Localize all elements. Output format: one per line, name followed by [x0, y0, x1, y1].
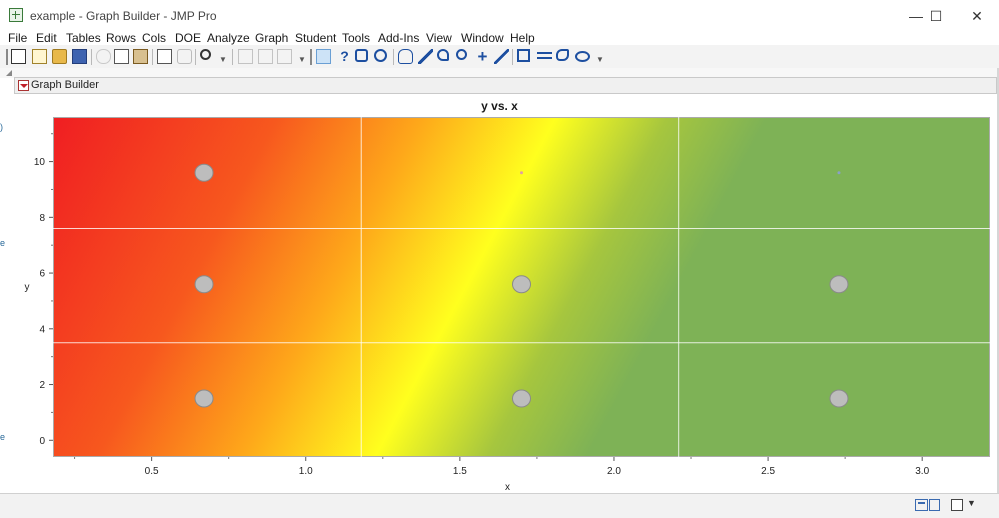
y-tick-label: 2 — [39, 380, 45, 391]
cross-icon[interactable]: + — [475, 48, 490, 65]
table-icon[interactable] — [258, 49, 273, 64]
menu-tables[interactable]: Tables — [66, 31, 101, 45]
lock-icon[interactable] — [177, 49, 192, 64]
menu-file[interactable]: File — [8, 31, 27, 45]
title-bar: example - Graph Builder - JMP Pro — ☐ ✕ — [0, 0, 999, 31]
menu-edit[interactable]: Edit — [36, 31, 57, 45]
y-tick-label: 10 — [34, 157, 46, 168]
x-tick-label: 1.5 — [453, 466, 467, 477]
chart-title: y vs. x — [481, 99, 518, 113]
arrow-select-icon[interactable] — [316, 49, 331, 64]
zoom-icon[interactable] — [456, 49, 467, 60]
background-window-edge: ) — [0, 122, 3, 132]
menu-bar: File Edit Tables Rows Cols DOE Analyze G… — [0, 31, 999, 45]
menu-window[interactable]: Window — [461, 31, 504, 45]
menu-view[interactable]: View — [426, 31, 452, 45]
search-icon[interactable] — [200, 49, 211, 60]
toolbar-grip — [310, 49, 312, 65]
new-script-icon[interactable] — [32, 49, 47, 64]
red-triangle-menu-icon[interactable] — [18, 80, 29, 91]
toolbar-separator — [232, 49, 233, 65]
menu-add-ins[interactable]: Add-Ins — [378, 31, 419, 45]
freehand-icon[interactable] — [556, 49, 569, 61]
toolbar: ▼ ▼ ? + ▼ — [0, 45, 999, 68]
background-window-edge: e — [0, 238, 6, 248]
menu-tools[interactable]: Tools — [342, 31, 370, 45]
embed-icon[interactable] — [238, 49, 253, 64]
ellipse-icon[interactable] — [575, 51, 590, 62]
menu-help[interactable]: Help — [510, 31, 535, 45]
y-axis-label: y — [25, 282, 30, 293]
graph-builder-outline-header[interactable] — [14, 77, 997, 94]
jmp-app-icon — [9, 8, 23, 22]
save-icon[interactable] — [72, 49, 87, 64]
toolbar-separator — [512, 49, 513, 65]
paste-icon[interactable] — [133, 49, 148, 64]
brush-icon[interactable] — [418, 49, 433, 64]
crosshair-icon[interactable] — [355, 49, 368, 62]
line-icon[interactable] — [494, 49, 509, 64]
y-tick-label: 8 — [39, 213, 45, 224]
hand-icon[interactable] — [398, 49, 413, 64]
import-dropdown-icon[interactable]: ▼ — [298, 55, 306, 64]
y-tick-label: 4 — [39, 324, 45, 335]
lasso-icon[interactable] — [437, 49, 449, 61]
text-box-icon[interactable] — [517, 49, 530, 62]
x-tick-label: 0.5 — [145, 466, 159, 477]
copy-icon[interactable] — [114, 49, 129, 64]
close-button[interactable]: ✕ — [957, 4, 997, 28]
toolbar-separator — [393, 49, 394, 65]
legend-icon[interactable] — [537, 49, 552, 64]
toolbar-separator — [91, 49, 92, 65]
import-icon[interactable] — [277, 49, 292, 64]
menu-cols[interactable]: Cols — [142, 31, 166, 45]
target-icon[interactable] — [374, 49, 387, 62]
window-list-icon[interactable] — [951, 499, 963, 511]
x-tick-label: 2.5 — [761, 466, 775, 477]
tools-dropdown-icon[interactable]: ▼ — [596, 55, 604, 64]
help-question-icon[interactable]: ? — [337, 49, 352, 64]
x-tick-label: 1.0 — [299, 466, 313, 477]
y-tick-label: 6 — [39, 269, 45, 280]
open-icon[interactable] — [52, 49, 67, 64]
collapse-outline-icon[interactable] — [6, 70, 12, 76]
toolbar-separator — [152, 49, 153, 65]
search-dropdown-icon[interactable]: ▼ — [219, 55, 227, 64]
cut-icon[interactable] — [96, 49, 111, 64]
maximize-button[interactable]: ☐ — [916, 4, 956, 28]
menu-student[interactable]: Student — [295, 31, 336, 45]
toolbar-grip — [6, 49, 8, 65]
status-bar: ▼ — [0, 493, 999, 518]
menu-doe[interactable]: DOE — [175, 31, 201, 45]
x-tick-label: 3.0 — [915, 466, 929, 477]
x-tick-label: 2.0 — [607, 466, 621, 477]
menu-analyze[interactable]: Analyze — [207, 31, 250, 45]
background-window-edge: e — [0, 432, 6, 442]
menu-rows[interactable]: Rows — [106, 31, 136, 45]
window-title: example - Graph Builder - JMP Pro — [30, 9, 217, 23]
x-axis-label: x — [505, 482, 510, 493]
home-icon[interactable] — [915, 499, 928, 511]
script-icon[interactable] — [157, 49, 172, 64]
window-list-dropdown-icon[interactable]: ▼ — [967, 498, 976, 508]
layout-icon[interactable] — [929, 499, 940, 511]
graph-builder-title: Graph Builder — [31, 79, 99, 91]
y-tick-label: 0 — [39, 436, 45, 447]
toolbar-separator — [195, 49, 196, 65]
plot-area[interactable] — [53, 117, 990, 457]
new-data-table-icon[interactable] — [11, 49, 26, 64]
menu-graph[interactable]: Graph — [255, 31, 288, 45]
